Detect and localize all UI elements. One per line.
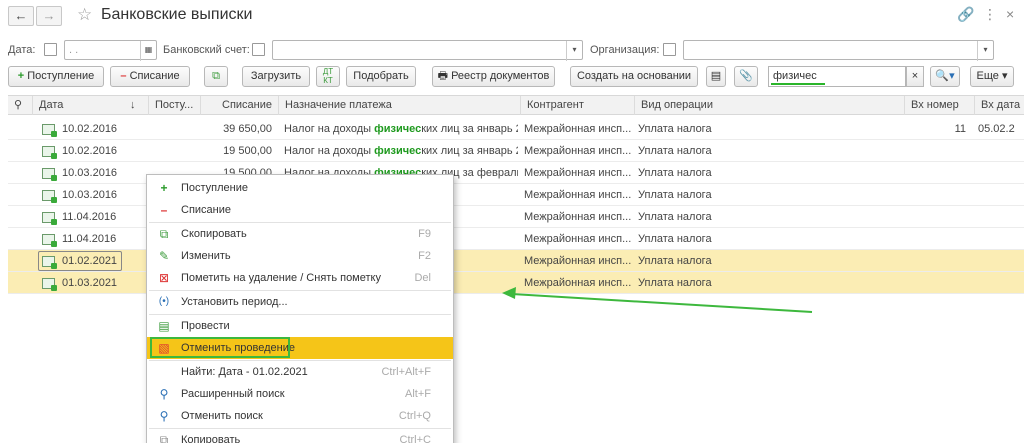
annotation-arrow xyxy=(502,287,813,313)
